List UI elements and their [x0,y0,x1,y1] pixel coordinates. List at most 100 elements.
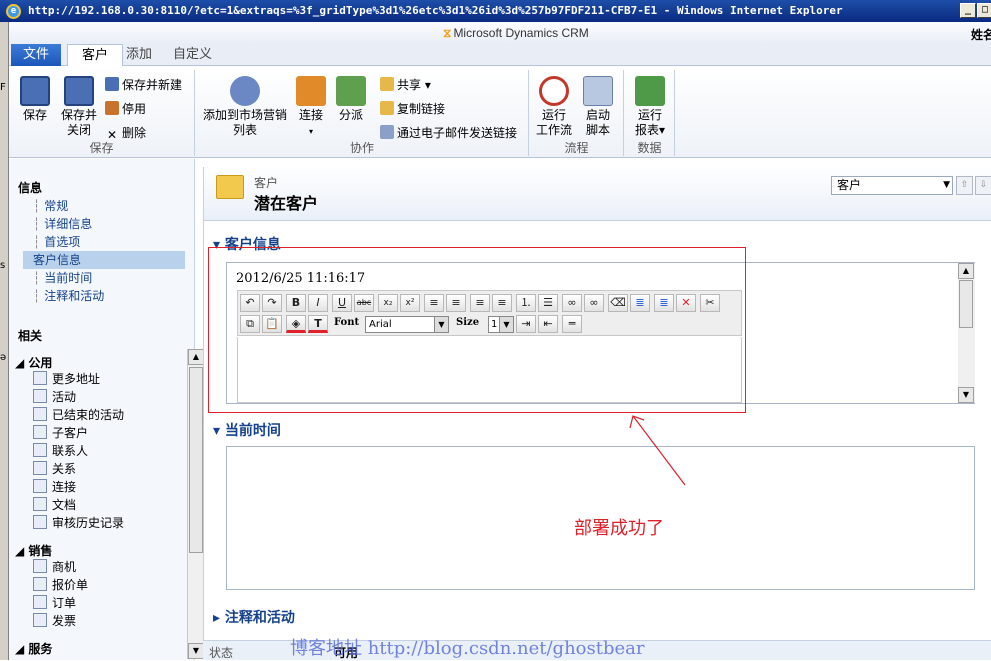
share-button[interactable]: 共享 ▾ [380,76,431,94]
form-header: 客户 潜在客户 客户 ▼ ⇧ ⇩ [204,167,991,221]
assign-label: 分派 [338,108,363,122]
nav-common-header[interactable]: ◢ 公用 [15,354,52,371]
editor-scroll-down-icon[interactable]: ▼ [958,387,974,403]
report-icon [635,76,665,106]
editor-scroll-up-icon[interactable]: ▲ [958,263,974,279]
tab-file[interactable]: 文件 [11,44,61,66]
ribbon-tabs: 文件 客户 添加 自定义 [9,44,991,66]
highlight-box [208,247,746,413]
email-link-label: 通过电子邮件发送链接 [397,126,518,140]
nav-relationships[interactable]: 关系 [33,460,76,478]
nav-link-details[interactable]: ┆ 详细信息 [33,215,92,233]
success-annotation: 部署成功了 [574,518,664,539]
save-new-button[interactable]: 保存并新建 [105,76,182,94]
next-record-button[interactable]: ⇩ [975,176,991,195]
start-script-button[interactable]: 启动 脚本 [580,76,616,138]
nav-sub-accounts[interactable]: 子客户 [33,424,88,442]
nav-info-header: 信息 [18,181,43,195]
nav-scroll-up-icon[interactable]: ▲ [188,349,204,365]
group-data-label: 数据 [637,141,662,155]
user-label: 姓名 [970,28,991,42]
add-marketing-label-1: 添加到市场营销 [202,108,287,122]
tab-add[interactable]: 添加 [112,44,166,66]
left-window-edge: F s ə [0,22,9,660]
deactivate-icon [105,101,119,115]
nav-audit-history[interactable]: 审核历史记录 [33,514,124,532]
nav-more-addresses[interactable]: 更多地址 [33,370,100,388]
save-close-button[interactable]: 保存并 关闭 [57,76,101,138]
main-form: 客户 潜在客户 客户 ▼ ⇧ ⇩ ▾ 客户信息 2012/6/25 11:16:… [203,167,991,660]
group-collaborate: 添加到市场营销 列表 连接 ▾ 分派 共享 ▾ 复制链接 通过电子邮件发送链接 协… [196,70,529,156]
relationship-icon [33,461,47,475]
form-selector[interactable]: 客户 ▼ [831,176,953,195]
editor-scroll-thumb[interactable] [959,280,973,328]
nav-link-general[interactable]: ┆ 常规 [33,197,68,215]
folder-icon [216,175,244,199]
maximize-button[interactable]: □ [977,3,991,18]
nav-closed-activities[interactable]: 已结束的活动 [33,406,124,424]
nav-contacts[interactable]: 联系人 [33,442,88,460]
status-label: 状态 [209,646,234,660]
activity-icon [33,389,47,403]
connect-button[interactable]: 连接 ▾ [294,76,328,139]
previous-record-button[interactable]: ⇧ [956,176,973,195]
megaphone-icon [230,76,260,106]
save-close-label-1: 保存并 [60,108,97,122]
nav-sales-header[interactable]: ◢ 销售 [15,542,52,559]
save-close-label-2: 关闭 [66,123,91,137]
nav-invoices[interactable]: 发票 [33,612,76,630]
connect-label: 连接 [298,108,323,122]
order-icon [33,595,47,609]
address-icon [33,371,47,385]
chevron-down-icon: ▼ [943,180,950,190]
nav-opportunities[interactable]: 商机 [33,558,76,576]
window-title-bar: e http://192.168.0.30:8110/?etc=1&extraq… [0,0,991,22]
deactivate-button[interactable]: 停用 [105,100,146,118]
section-current-time[interactable]: ▾ 当前时间 [213,420,281,440]
editor-scrollbar[interactable]: ▲ ▼ [958,263,975,403]
nav-scroll-thumb[interactable] [189,367,203,553]
document-icon [33,497,47,511]
start-script-label-1: 启动 [585,108,610,122]
form-selector-value: 客户 [837,178,862,192]
ribbon: 保存 保存并 关闭 保存并新建 停用 ✕ 删除 保存 添加到市场营销 列表 连接 ▾ [9,66,991,158]
add-marketing-list-button[interactable]: 添加到市场营销 列表 [200,76,290,138]
copy-link-button[interactable]: 复制链接 [380,100,445,118]
delete-label: 删除 [122,126,147,140]
section-notes-activities[interactable]: ▸ 注释和活动 [213,607,295,627]
nav-documents[interactable]: 文档 [33,496,76,514]
group-collaborate-label: 协作 [349,141,374,155]
nav-connections[interactable]: 连接 [33,478,76,496]
run-report-label-2: 报表▾ [634,123,666,137]
minimize-button[interactable]: _ [960,3,976,18]
nav-service-header[interactable]: ◢ 服务 [15,640,52,657]
email-link-icon [380,125,394,139]
nav-link-preferences[interactable]: ┆ 首选项 [33,233,80,251]
connection-icon [33,479,47,493]
contact-icon [33,443,47,457]
nav-link-current-time[interactable]: ┆ 当前时间 [33,269,92,287]
run-workflow-button[interactable]: 运行 工作流 [534,76,574,138]
copy-link-label: 复制链接 [397,102,446,116]
crm-top-bar: ⧖Microsoft Dynamics CRM 姓名 test [9,22,991,57]
sub-account-icon [33,425,47,439]
nav-quotes[interactable]: 报价单 [33,576,88,594]
save-button[interactable]: 保存 [17,76,53,123]
nav-activities[interactable]: 活动 [33,388,76,406]
audit-icon [33,515,47,529]
nav-scrollbar[interactable]: ▲ ▼ [187,349,204,659]
run-report-button[interactable]: 运行 报表▾ [631,76,669,138]
ie-icon: e [6,4,21,19]
assign-button[interactable]: 分派 [334,76,368,123]
nav-orders[interactable]: 订单 [33,594,76,612]
window-title: http://192.168.0.30:8110/?etc=1&extraqs=… [28,4,843,17]
run-workflow-icon [539,76,569,106]
nav-scroll-down-icon[interactable]: ▼ [188,643,204,659]
tab-customize[interactable]: 自定义 [159,44,226,66]
group-process-label: 流程 [564,141,589,155]
group-save: 保存 保存并 关闭 保存并新建 停用 ✕ 删除 保存 [9,70,195,156]
nav-link-customer-info[interactable]: 客户信息 [23,251,185,269]
group-save-label: 保存 [89,141,114,155]
nav-link-notes[interactable]: ┆ 注释和活动 [33,287,104,305]
invoice-icon [33,613,47,627]
